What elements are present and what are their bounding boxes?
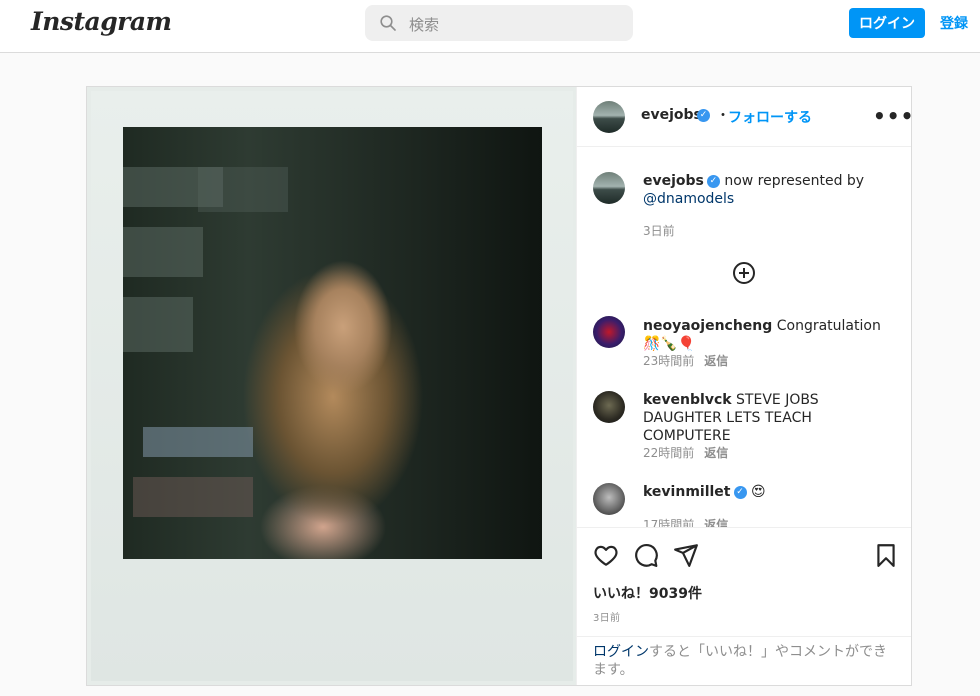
reply-button[interactable]: 返信 xyxy=(704,518,728,527)
caption-text: evejobs ✓ now represented by @dnamodels xyxy=(643,172,893,208)
author-avatar[interactable] xyxy=(593,101,625,133)
verified-badge-icon: ✓ xyxy=(733,485,747,499)
register-link[interactable]: 登録 xyxy=(940,13,968,33)
verified-badge-icon: ✓ xyxy=(697,109,710,122)
comment-icon[interactable] xyxy=(633,542,659,568)
bookmark-icon[interactable] xyxy=(873,542,899,568)
likes-count[interactable]: いいね！9039件 xyxy=(593,583,702,603)
comment-text: kevinmillet ✓ 😍 xyxy=(643,483,893,501)
post-actions: いいね！9039件 3日前 ログインすると「いいね！」やコメントができます。 xyxy=(577,527,911,685)
caption-username[interactable]: evejobs xyxy=(643,173,704,189)
portrait-image xyxy=(123,127,542,559)
comment-text: kevenblvck STEVE JOBS DAUGHTER LETS TEAC… xyxy=(643,391,893,445)
instagram-logo[interactable]: Instagram xyxy=(31,7,172,36)
comment-meta: 23時間前 返信 xyxy=(643,354,729,368)
reply-button[interactable]: 返信 xyxy=(704,446,728,460)
search-box[interactable]: 検索 xyxy=(365,5,633,41)
heart-icon[interactable] xyxy=(593,542,619,568)
comments-section[interactable]: evejobs ✓ now represented by @dnamodels 3… xyxy=(577,148,911,527)
comment-text: neoyaojencheng Congratulation🎊🍾🎈 xyxy=(643,317,893,353)
verified-badge-icon: ✓ xyxy=(706,174,720,188)
comment-username[interactable]: kevinmillet xyxy=(643,484,731,500)
comment-meta: 17時間前 返信 xyxy=(643,516,728,527)
post-header: evejobs ✓ ・ フォローする ••• xyxy=(577,87,914,147)
caption-avatar[interactable] xyxy=(593,172,625,204)
caption-time: 3日前 xyxy=(643,224,675,238)
comment-avatar[interactable] xyxy=(593,483,625,515)
comment-body: 😍 xyxy=(750,484,766,500)
comment-meta: 22時間前 返信 xyxy=(643,446,729,460)
top-navigation-bar: Instagram 検索 ログイン 登録 xyxy=(0,0,980,53)
share-icon[interactable] xyxy=(673,542,699,568)
post-date[interactable]: 3日前 xyxy=(593,609,620,624)
search-icon xyxy=(380,15,396,31)
login-prompt: ログインすると「いいね！」やコメントができます。 xyxy=(577,636,911,686)
caption-mention[interactable]: @dnamodels xyxy=(643,191,734,207)
comment-avatar[interactable] xyxy=(593,391,625,423)
reply-button[interactable]: 返信 xyxy=(704,354,728,368)
login-button[interactable]: ログイン xyxy=(849,8,925,38)
post-card: evejobs ✓ ・ フォローする ••• evejobs ✓ now repr… xyxy=(86,86,914,686)
load-more-comments-icon[interactable] xyxy=(733,262,755,284)
comment-username[interactable]: neoyaojencheng xyxy=(643,318,772,334)
caption-body: now represented by xyxy=(724,173,865,189)
search-placeholder: 検索 xyxy=(409,16,440,34)
comment-username[interactable]: kevenblvck xyxy=(643,392,732,408)
comment-avatar[interactable] xyxy=(593,316,625,348)
post-sidebar: evejobs ✓ ・ フォローする ••• evejobs ✓ now repr… xyxy=(577,87,914,685)
more-options-icon[interactable]: ••• xyxy=(873,104,914,128)
post-photo[interactable] xyxy=(87,87,577,685)
author-username[interactable]: evejobs xyxy=(641,107,702,123)
login-prompt-link[interactable]: ログイン xyxy=(593,644,649,660)
follow-button[interactable]: フォローする xyxy=(728,107,812,127)
